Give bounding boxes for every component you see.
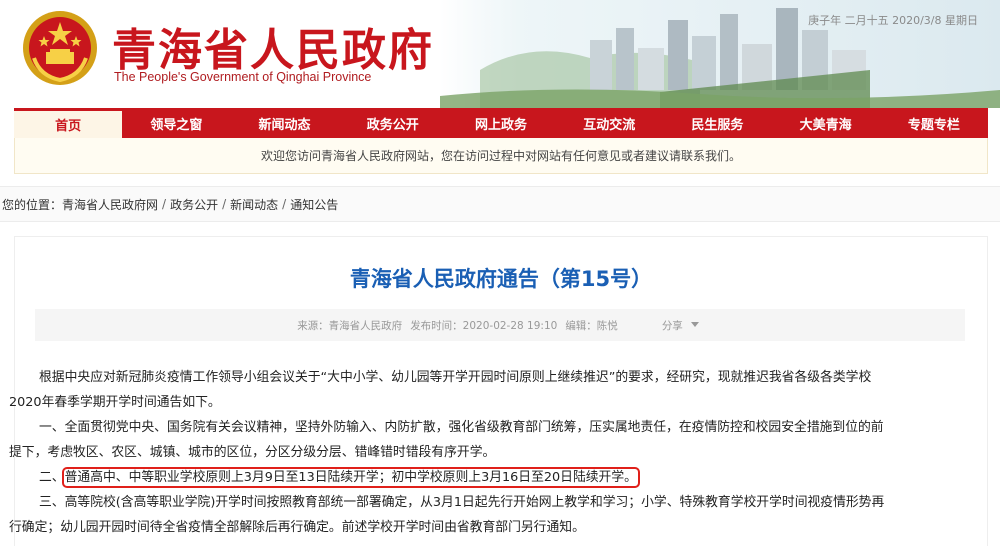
article-title: 青海省人民政府通告（第15号） <box>349 267 653 291</box>
breadcrumb-link-news[interactable]: 新闻动态 <box>230 196 278 213</box>
site-subtitle: The People's Government of Qinghai Provi… <box>114 70 372 84</box>
welcome-message: 欢迎您访问青海省人民政府网站，您在访问过程中对网站有任何意见或者建议请联系我们。 <box>14 138 988 174</box>
paragraph-intro-line: 根据中央应对新冠肺炎疫情工作领导小组会议关于“大中小学、幼儿园等开学开园时间原则… <box>39 370 872 385</box>
paragraph-item-three-line: 行确定；幼儿园开园时间待全省疫情全部解除后再行确定。前述学校开学时间由省教育部门… <box>9 520 585 535</box>
article-body: 根据中央应对新冠肺炎疫情工作领导小组会议关于“大中小学、幼儿园等开学开园时间原则… <box>9 365 969 540</box>
breadcrumb-link-home[interactable]: 青海省人民政府网 <box>62 196 158 213</box>
article-container: 青海省人民政府通告（第15号） 来源：青海省人民政府 发布时间：2020-02-… <box>9 236 988 546</box>
chevron-down-icon <box>690 321 699 327</box>
article-source: 来源：青海省人民政府 <box>297 319 403 332</box>
highlighted-school-opening-dates: 普通高中、中等职业学校原则上3月9日至13日陆续开学；初中学校原则上3月16日至… <box>61 467 640 488</box>
article-editor: 编辑：陈悦 <box>565 319 618 332</box>
paragraph-item-one-line: 一、全面贯彻党中央、国务院有关会议精神，坚持外防输入、内防扩散，强化省级教育部门… <box>39 420 884 435</box>
paragraph-item-two: 二、普通高中、中等职业学校原则上3月9日至13日陆续开学；初中学校原则上3月16… <box>9 465 969 490</box>
nav-item-leaders[interactable]: 领导之窗 <box>122 108 230 138</box>
site-title: 青海省人民政府 <box>112 25 434 76</box>
article-published-time: 发布时间：2020-02-28 19:10 <box>410 319 558 332</box>
nav-item-public-services[interactable]: 民生服务 <box>663 108 771 138</box>
paragraph-item-three-line: 三、高等院校(含高等职业学院)开学时间按照教育部统一部署确定，从3月1日起先行开… <box>39 495 885 510</box>
breadcrumb-separator: / <box>162 197 167 211</box>
share-label: 分享 <box>661 319 683 332</box>
breadcrumb-link-gov-affairs[interactable]: 政务公开 <box>170 196 218 213</box>
breadcrumb-prefix: 您的位置： <box>2 197 63 212</box>
nav-item-online-services[interactable]: 网上政务 <box>447 108 555 138</box>
breadcrumb: 您的位置： 青海省人民政府网 / 政务公开 / 新闻动态 / 通知公告 <box>0 186 1000 222</box>
share-button[interactable]: 分享 <box>658 318 703 333</box>
nav-item-gov-affairs[interactable]: 政务公开 <box>339 108 447 138</box>
paragraph-intro-line: 2020年春季学期开学时间通告如下。 <box>9 395 221 410</box>
national-emblem-icon <box>23 11 97 85</box>
breadcrumb-separator: / <box>222 197 227 211</box>
nav-item-beautiful-qinghai[interactable]: 大美青海 <box>772 108 880 138</box>
paragraph-item-one-line: 提下，考虑牧区、农区、城镇、城市的区位，分区分级分层、错峰错时错段有序开学。 <box>9 445 496 460</box>
article-meta: 来源：青海省人民政府 发布时间：2020-02-28 19:10 编辑：陈悦 分… <box>35 309 965 341</box>
site-header: 青海省人民政府 The People's Government of Qingh… <box>0 0 1000 108</box>
main-nav: 首页 领导之窗 新闻动态 政务公开 网上政务 互动交流 民生服务 大美青海 专题… <box>14 108 988 138</box>
paragraph-item-two-prefix: 二、 <box>39 470 65 485</box>
header-date: 庚子年 二月十五 2020/3/8 星期日 <box>808 14 978 27</box>
breadcrumb-link-notices[interactable]: 通知公告 <box>290 196 338 213</box>
nav-item-interaction[interactable]: 互动交流 <box>555 108 663 138</box>
nav-item-home[interactable]: 首页 <box>14 108 123 138</box>
nav-item-news[interactable]: 新闻动态 <box>230 108 338 138</box>
nav-item-special-topics[interactable]: 专题专栏 <box>880 108 988 138</box>
breadcrumb-separator: / <box>282 197 287 211</box>
